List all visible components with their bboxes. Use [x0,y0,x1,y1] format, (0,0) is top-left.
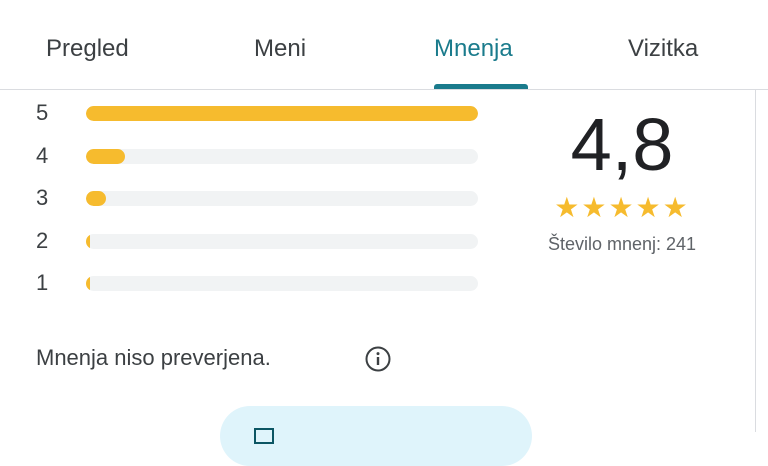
tab-meni[interactable]: Meni [254,34,306,64]
rating-row-3[interactable]: 3 [0,187,490,209]
rating-row-label: 3 [36,185,49,210]
rating-row-4[interactable]: 4 [0,145,490,167]
rating-bar-fill [86,234,90,249]
tab-pregled[interactable]: Pregled [46,34,129,64]
rating-bar-track [86,191,478,206]
rating-row-5[interactable]: 5 [0,102,490,124]
info-icon[interactable] [364,345,392,373]
rating-bar-fill [86,106,478,121]
rating-bar-fill [86,191,106,206]
rating-row-label: 2 [36,228,49,253]
rating-bar-track [86,276,478,291]
rating-bar-track [86,234,478,249]
edit-icon [254,428,274,444]
tab-divider [0,89,768,90]
average-rating: 4,8 [570,103,674,186]
write-review-button[interactable] [220,406,532,466]
rating-bar-fill [86,276,90,291]
rating-bar-track [86,106,478,121]
rating-bar-track [86,149,478,164]
rating-row-label: 1 [36,270,49,295]
tab-bar: Pregled Meni Mnenja Vizitka [0,0,768,90]
star-rating-icons: ★★★★★ [554,192,690,223]
rating-row-2[interactable]: 2 [0,230,490,252]
rating-row-1[interactable]: 1 [0,272,490,294]
review-count[interactable]: Število mnenj: 241 [522,232,722,256]
rating-row-label: 5 [36,100,49,125]
tab-mnenja[interactable]: Mnenja [434,34,513,64]
reviews-not-verified-note: Mnenja niso preverjena. [36,345,271,370]
panel-border [755,90,756,432]
rating-bar-fill [86,149,126,164]
tab-vizitka[interactable]: Vizitka [628,34,698,64]
rating-row-label: 4 [36,143,49,168]
